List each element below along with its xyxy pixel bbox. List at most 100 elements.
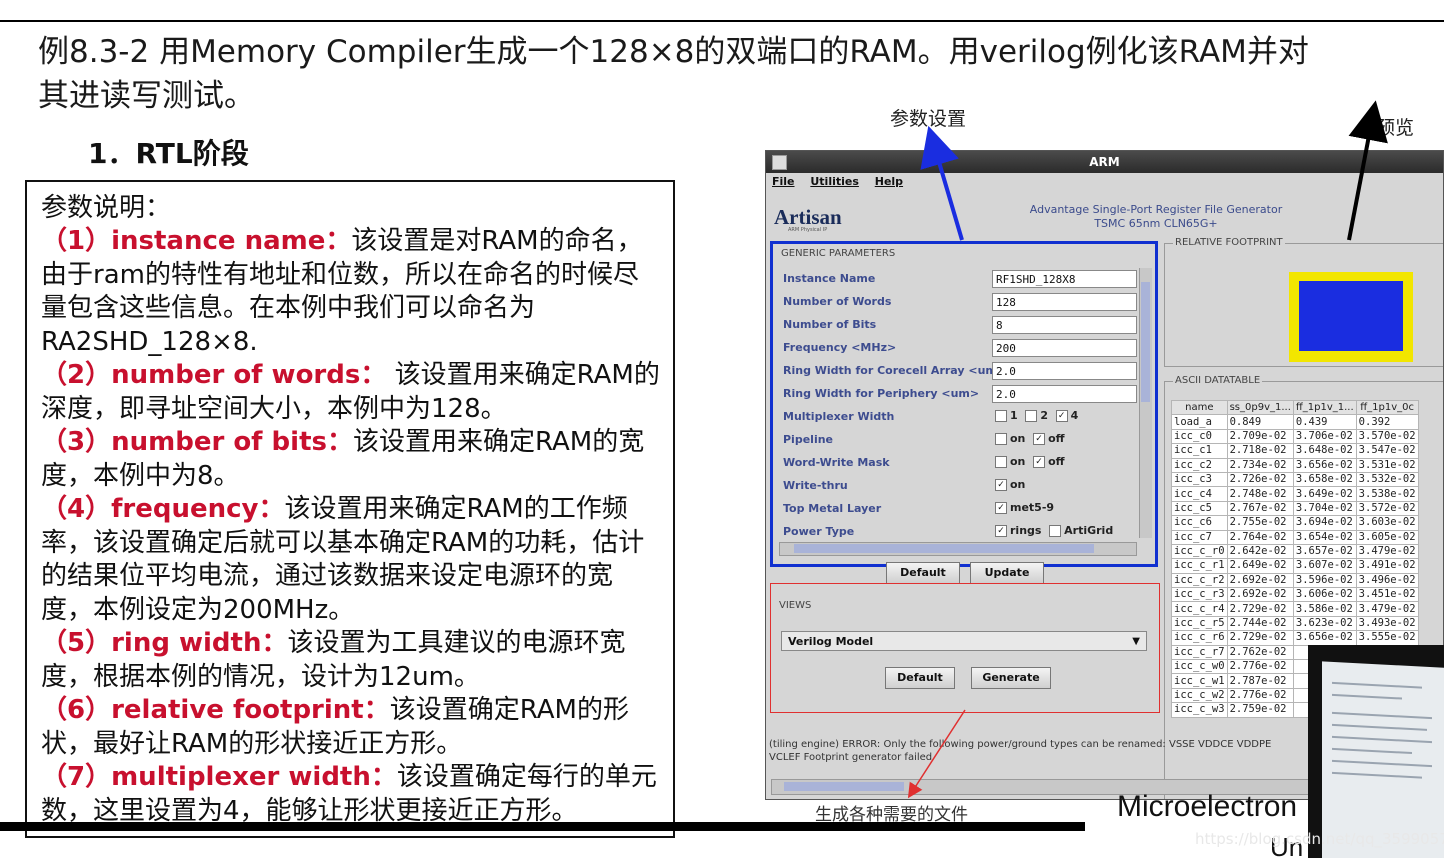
mux-1-checkbox[interactable] <box>995 410 1007 422</box>
write-thru-options: ✓ on <box>995 478 1025 491</box>
description-item-label: （2）number of words： <box>41 360 387 390</box>
datatable-title: ASCII DATATABLE <box>1173 375 1263 386</box>
table-cell: icc_c_w1 <box>1171 673 1228 689</box>
table-row[interactable]: icc_c5 2.767e-02 3.704e-02 3.572e-02 <box>1171 500 1419 517</box>
datatable-header-row: name ss_0p9v_1... ff_1p1v_1... ff_1p1v_0… <box>1171 399 1419 416</box>
table-row[interactable]: icc_c6 2.755e-02 3.694e-02 3.603e-02 <box>1171 515 1419 531</box>
table-cell: 3.656e-02 <box>1292 457 1357 473</box>
table-cell: icc_c5 <box>1171 500 1228 517</box>
table-row[interactable]: icc_c_r0 2.642e-02 3.657e-02 3.479e-02 <box>1171 543 1419 560</box>
table-cell: icc_c_r3 <box>1171 587 1228 603</box>
table-cell: 3.451e-02 <box>1355 587 1419 603</box>
table-cell: icc_c4 <box>1171 486 1228 502</box>
params-scroll-thumb[interactable] <box>1141 282 1150 402</box>
video-text-line <box>1332 747 1412 755</box>
ring-width-periphery-input[interactable]: 2.0 <box>992 385 1137 403</box>
params-default-button[interactable]: Default <box>886 562 960 584</box>
views-default-button[interactable]: Default <box>885 667 955 689</box>
params-vertical-scrollbar[interactable] <box>1139 268 1152 538</box>
log-scroll-thumb[interactable] <box>784 782 904 791</box>
table-cell: 3.654e-02 <box>1292 529 1357 545</box>
frequency-input[interactable]: 200 <box>992 339 1137 357</box>
mux-4-checkbox[interactable]: ✓ <box>1055 410 1068 422</box>
table-cell: 2.764e-02 <box>1226 529 1294 545</box>
description-item-label: （6）relative footprint： <box>41 695 390 725</box>
table-cell: 3.572e-02 <box>1355 500 1419 517</box>
table-cell: icc_c_r7 <box>1171 644 1228 661</box>
table-row[interactable]: icc_c2 2.734e-02 3.656e-02 3.531e-02 <box>1171 457 1419 473</box>
generate-button[interactable]: Generate <box>971 667 1051 689</box>
pipeline-on-checkbox[interactable] <box>995 433 1007 445</box>
table-cell: icc_c_w2 <box>1171 687 1228 704</box>
table-cell: 2.642e-02 <box>1226 543 1294 560</box>
word-write-mask-options: on ✓ off <box>995 455 1065 468</box>
description-item: （3）number of bits：该设置用来确定RAM的宽度，本例中为8。 <box>27 426 673 493</box>
params-update-button[interactable]: Update <box>970 562 1044 584</box>
table-cell: 2.692e-02 <box>1226 587 1294 603</box>
table-row[interactable]: icc_c7 2.764e-02 3.654e-02 3.605e-02 <box>1171 529 1419 545</box>
description-item-label: （7）multiplexer width： <box>41 762 397 792</box>
number-of-words-input[interactable]: 128 <box>992 293 1137 311</box>
table-cell: 2.726e-02 <box>1226 471 1294 488</box>
table-row[interactable]: icc_c_r6 2.729e-02 3.656e-02 3.555e-02 <box>1171 630 1419 646</box>
param-label-instance-name: Instance Name <box>783 272 876 285</box>
table-row[interactable]: icc_c_r4 2.729e-02 3.586e-02 3.479e-02 <box>1171 601 1419 617</box>
log-output: (tiling engine) ERROR: Only the followin… <box>766 738 1309 778</box>
table-row[interactable]: icc_c0 2.709e-02 3.706e-02 3.570e-02 <box>1171 428 1419 445</box>
col-header[interactable]: ss_0p9v_1... <box>1226 399 1294 416</box>
table-row[interactable]: icc_c_r1 2.649e-02 3.607e-02 3.491e-02 <box>1171 558 1419 574</box>
write-thru-on-checkbox[interactable]: ✓ <box>995 479 1007 491</box>
table-cell: icc_c_w0 <box>1171 659 1228 675</box>
logo-text: Artisan <box>774 205 842 229</box>
col-header[interactable]: ff_1p1v_1... <box>1292 399 1357 416</box>
power-rings-label: rings <box>1010 524 1042 537</box>
col-header[interactable]: ff_1p1v_0c <box>1355 399 1419 416</box>
table-row[interactable]: icc_c4 2.748e-02 3.649e-02 3.538e-02 <box>1171 486 1419 502</box>
col-header[interactable]: name <box>1171 399 1228 416</box>
menu-help[interactable]: Help <box>875 175 903 188</box>
table-row[interactable]: icc_c1 2.718e-02 3.648e-02 3.547e-02 <box>1171 443 1419 459</box>
table-row[interactable]: icc_c_r3 2.692e-02 3.606e-02 3.451e-02 <box>1171 587 1419 603</box>
window-titlebar[interactable]: ARM <box>766 151 1443 173</box>
table-cell: 3.496e-02 <box>1355 572 1419 589</box>
menu-file[interactable]: File <box>772 175 795 188</box>
description-item: （6）relative footprint：该设置确定RAM的形状，最好让RAM… <box>27 694 673 761</box>
menu-utilities[interactable]: Utilities <box>810 175 859 188</box>
table-cell: icc_c6 <box>1171 515 1228 531</box>
table-cell: icc_c_r5 <box>1171 615 1228 632</box>
instance-name-input[interactable]: RF1SHD_128X8 <box>992 270 1137 288</box>
number-of-bits-input[interactable]: 8 <box>992 316 1137 334</box>
table-cell: 2.748e-02 <box>1226 486 1294 502</box>
ring-width-core-input[interactable]: 2.0 <box>992 362 1137 380</box>
table-cell: load_a <box>1171 414 1228 430</box>
wwm-off-checkbox[interactable]: ✓ <box>1033 456 1046 468</box>
top-metal-checkbox[interactable]: ✓ <box>995 502 1007 514</box>
wwm-on-label: on <box>1010 455 1026 468</box>
table-cell: icc_c0 <box>1171 428 1228 445</box>
params-horizontal-scrollbar[interactable] <box>779 542 1137 556</box>
table-cell: 3.493e-02 <box>1355 615 1419 632</box>
table-row[interactable]: icc_c_r5 2.744e-02 3.623e-02 3.493e-02 <box>1171 615 1419 632</box>
table-row[interactable]: icc_c_r2 2.692e-02 3.596e-02 3.496e-02 <box>1171 572 1419 589</box>
table-cell: icc_c3 <box>1171 471 1228 488</box>
table-cell: 3.479e-02 <box>1355 543 1419 560</box>
window-menu-icon[interactable] <box>772 155 787 170</box>
description-item-label: （3）number of bits： <box>41 427 353 457</box>
table-cell: 0.439 <box>1292 414 1357 430</box>
params-hscroll-thumb[interactable] <box>794 544 1094 553</box>
views-panel: VIEWS Verilog Model ▼ Default Generate <box>770 583 1160 713</box>
table-row[interactable]: icc_c3 2.726e-02 3.658e-02 3.532e-02 <box>1171 471 1419 488</box>
table-cell: 3.623e-02 <box>1292 615 1357 632</box>
mux-width-options: 1 2 ✓ 4 <box>995 409 1078 422</box>
headline: 例8.3-2 用Memory Compiler生成一个128×8的双端口的RAM… <box>38 30 1444 118</box>
pipeline-off-checkbox[interactable]: ✓ <box>1033 433 1046 445</box>
table-cell: 3.538e-02 <box>1355 486 1419 502</box>
views-dropdown[interactable]: Verilog Model ▼ <box>781 631 1147 651</box>
mux-2-checkbox[interactable] <box>1025 410 1038 422</box>
power-rings-checkbox[interactable]: ✓ <box>995 525 1007 537</box>
wwm-on-checkbox[interactable] <box>995 456 1007 468</box>
power-artigrid-checkbox[interactable] <box>1049 525 1062 537</box>
table-row[interactable]: load_a 0.849 0.439 0.392 <box>1171 414 1419 430</box>
param-label-ring-width-core: Ring Width for Corecell Array <um> <box>783 364 1007 377</box>
window-title: ARM <box>1089 155 1120 169</box>
